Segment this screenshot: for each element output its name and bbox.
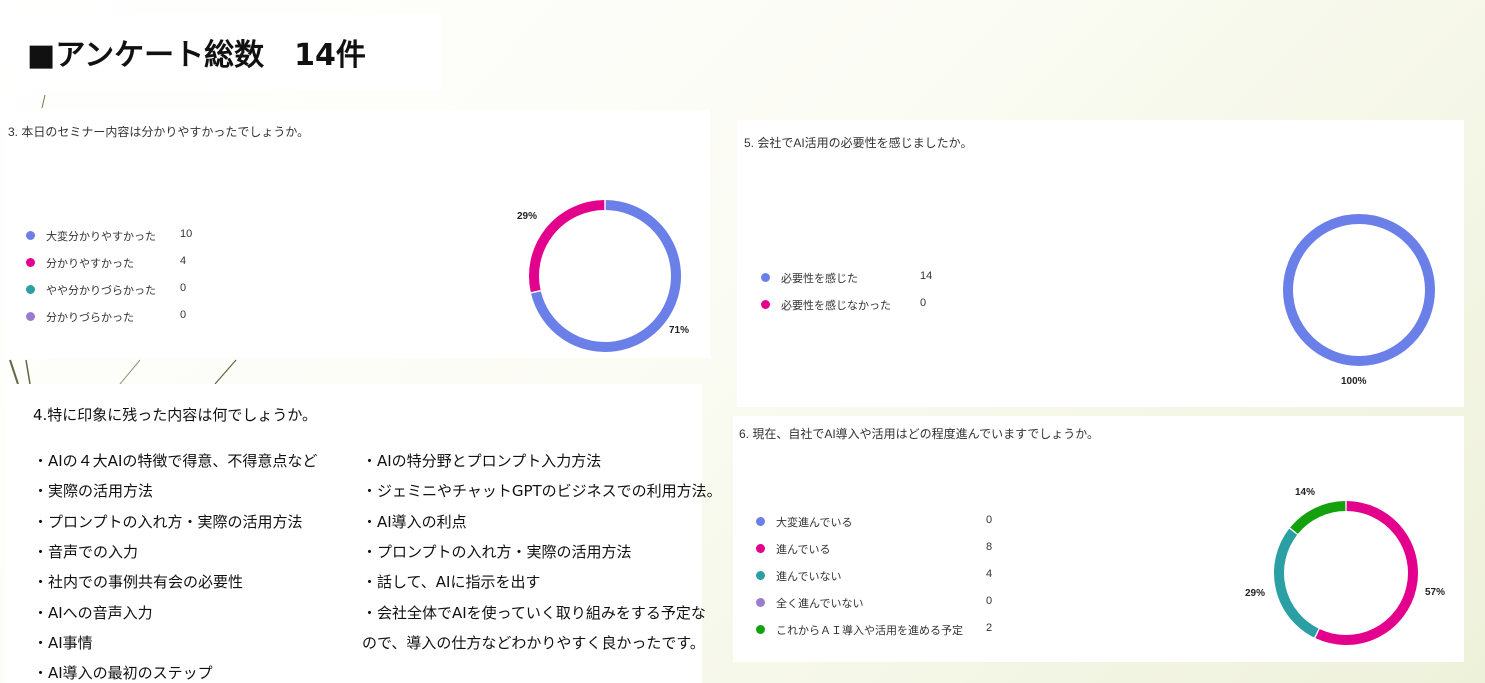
- legend-label: 必要性を感じた: [781, 273, 858, 285]
- comment-line: ・社内での事例共有会の必要性: [33, 573, 244, 592]
- q6-pct-label: 29%: [1245, 588, 1266, 599]
- legend-count: 4: [986, 568, 993, 580]
- legend-label: 必要性を感じなかった: [781, 300, 891, 312]
- q4-title: 4.特に印象に残った内容は何でしょうか。: [33, 406, 318, 424]
- q6-pct-label: 57%: [1425, 587, 1446, 598]
- q5-title: 5. 会社でAI活用の必要性を感じましたか。: [744, 136, 973, 150]
- legend-label: 分かりやすかった: [46, 258, 134, 270]
- title-box: ■アンケート総数 14件: [5, 14, 441, 90]
- legend-count: 0: [180, 282, 187, 294]
- legend-item[interactable]: 大変分かりやすかった 10: [26, 228, 220, 244]
- legend-item[interactable]: 進んでいない 4: [756, 568, 1026, 584]
- legend-dot-icon: [761, 273, 770, 282]
- comment-line: ・会社全体でAIを使っていく取り組みをする予定な: [362, 603, 706, 622]
- comment-line: ・AIの特分野とプロンプト入力方法: [362, 452, 602, 470]
- q6-chart-panel: 6. 現在、自社でAI導入や活用はどの程度進んでいますでしょうか。 大変進んでい…: [733, 416, 1464, 662]
- legend-label: 大変進んでいる: [776, 517, 853, 529]
- legend-label: 大変分かりやすかった: [46, 231, 156, 243]
- q6-donut-chart: [1274, 501, 1418, 645]
- donut-slice[interactable]: [1283, 214, 1435, 366]
- legend-item[interactable]: 分かりやすかった 4: [26, 255, 220, 271]
- legend-item[interactable]: 分かりづらかった 0: [26, 309, 220, 325]
- legend-label: 分かりづらかった: [46, 312, 134, 324]
- legend-dot-icon: [756, 625, 765, 634]
- legend-item[interactable]: 進んでいる 8: [756, 541, 1026, 557]
- legend-dot-icon: [761, 300, 770, 309]
- comment-line: ・AI導入の利点: [362, 512, 467, 531]
- comment-line: ・プロンプトの入れ方・実際の活用方法: [362, 542, 632, 561]
- legend-dot-icon: [26, 285, 35, 294]
- legend-count: 10: [180, 228, 193, 240]
- comment-line: ・実際の活用方法: [33, 482, 154, 501]
- q4-comments-panel: 4.特に印象に残った内容は何でしょうか。 ・AIの４大AIの特徴で得意、不得意点…: [5, 384, 722, 683]
- donut-slice[interactable]: [529, 200, 605, 293]
- q5-pct-label: 100%: [1341, 376, 1367, 387]
- comment-line: ・ジェミニやチャットGPTのビジネスでの利用方法。: [362, 482, 722, 501]
- legend-dot-icon: [756, 598, 765, 607]
- legend-label: 全く進んでいない: [776, 598, 864, 610]
- q5-chart-panel: 5. 会社でAI活用の必要性を感じましたか。 必要性を感じた 14 必要性を感じなか…: [737, 120, 1464, 407]
- legend-label: これからＡＩ導入や活用を進める予定: [776, 625, 963, 637]
- legend-count: 0: [986, 595, 993, 607]
- q3-chart-panel: 3. 本日のセミナー内容は分かりやすかったでしょうか。 大変分かりやすかった 10…: [5, 110, 710, 358]
- legend-item[interactable]: 必要性を感じなかった 0: [761, 297, 960, 313]
- donut-slice[interactable]: [1290, 501, 1346, 535]
- legend-count: 0: [986, 514, 993, 526]
- legend-item[interactable]: 全く進んでいない 0: [756, 595, 1026, 611]
- legend-label: 進んでいない: [776, 571, 842, 583]
- comment-line: ・音声での入力: [33, 542, 139, 561]
- legend-label: 進んでいる: [776, 544, 831, 556]
- legend-dot-icon: [756, 517, 765, 526]
- comment-line: ・話して、AIに指示を出す: [362, 573, 541, 592]
- comment-line: ・AIへの音声入力: [33, 603, 153, 622]
- legend-item[interactable]: 必要性を感じた 14: [761, 270, 960, 286]
- legend-item[interactable]: 大変進んでいる 0: [756, 514, 1026, 530]
- legend-count: 14: [920, 270, 933, 282]
- page-title: ■アンケート総数 14件: [27, 38, 366, 73]
- q3-pct-label: 29%: [517, 211, 538, 222]
- legend-item[interactable]: これからＡＩ導入や活用を進める予定 2: [756, 622, 1026, 638]
- q3-pct-label: 71%: [669, 325, 690, 336]
- donut-slice[interactable]: [1315, 501, 1418, 645]
- legend-count: 2: [986, 622, 993, 634]
- legend-dot-icon: [26, 231, 35, 240]
- q5-donut-chart: [1283, 214, 1435, 366]
- q6-title: 6. 現在、自社でAI導入や活用はどの程度進んでいますでしょうか。: [739, 427, 1099, 441]
- legend-label: やや分かりづらかった: [46, 285, 156, 297]
- legend-count: 8: [986, 541, 993, 553]
- legend-item[interactable]: やや分かりづらかった 0: [26, 282, 220, 298]
- comment-line: ・AI導入の最初のステップ: [33, 664, 213, 683]
- legend-count: 4: [180, 255, 187, 267]
- q3-donut-chart: [529, 200, 681, 352]
- q6-pct-label: 14%: [1295, 487, 1316, 498]
- comment-line: ・AIの４大AIの特徴で得意、不得意点など: [33, 452, 318, 470]
- legend-dot-icon: [756, 544, 765, 553]
- legend-dot-icon: [26, 312, 35, 321]
- donut-slice[interactable]: [1274, 528, 1319, 638]
- legend-dot-icon: [756, 571, 765, 580]
- legend-dot-icon: [26, 258, 35, 267]
- comment-line: ・AI事情: [33, 633, 93, 652]
- comment-line: ので、導入の仕方などわかりやすく良かったです。: [362, 633, 705, 652]
- comment-line: ・プロンプトの入れ方・実際の活用方法: [33, 512, 303, 531]
- legend-count: 0: [920, 297, 927, 309]
- legend-count: 0: [180, 309, 187, 321]
- q3-title: 3. 本日のセミナー内容は分かりやすかったでしょうか。: [8, 125, 310, 139]
